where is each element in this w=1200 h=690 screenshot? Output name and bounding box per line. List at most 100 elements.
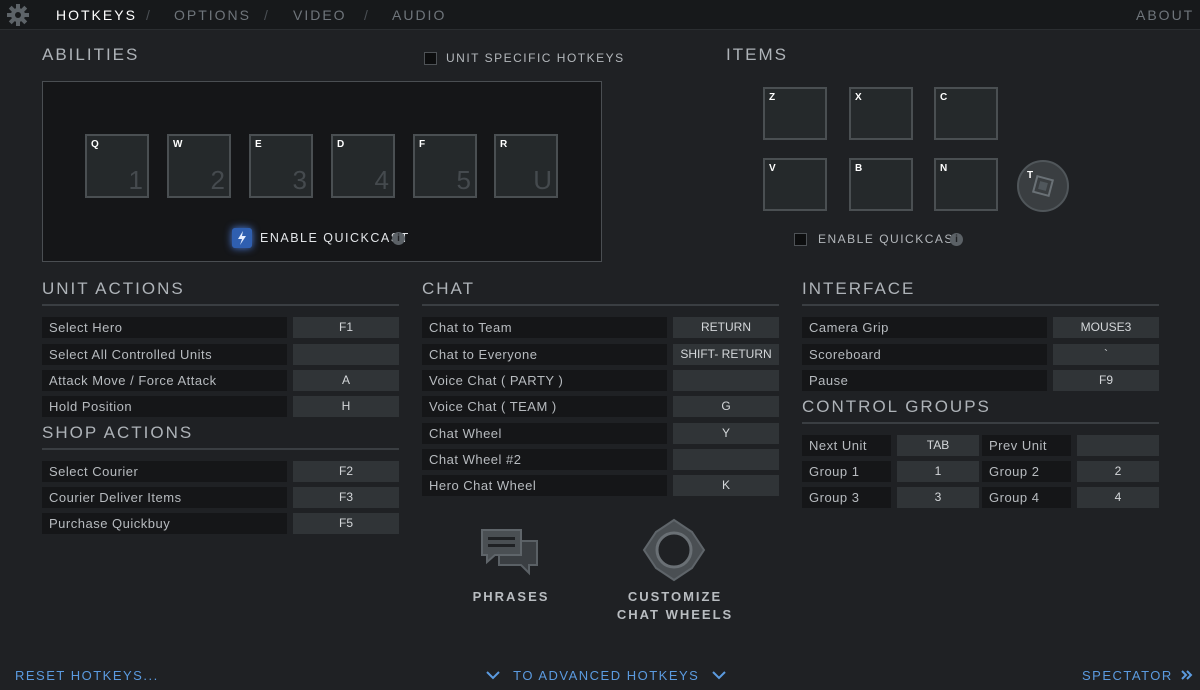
hotkey-binding[interactable]: ` bbox=[1053, 344, 1159, 365]
customize-chat-wheels-label[interactable]: CUSTOMIZE CHAT WHEELS bbox=[605, 589, 745, 622]
hotkey-label: Group 1 bbox=[802, 461, 891, 482]
hotkey-binding[interactable]: F5 bbox=[293, 513, 399, 534]
chevron-down-icon bbox=[712, 668, 727, 683]
spectator-label: SPECTATOR bbox=[1082, 668, 1173, 683]
hotkey-label: Group 2 bbox=[982, 461, 1071, 482]
hotkey-label: Group 3 bbox=[802, 487, 891, 508]
caption-line: CUSTOMIZE bbox=[627, 589, 723, 604]
tab-hotkeys[interactable]: HOTKEYS bbox=[56, 7, 137, 23]
hotkey-binding[interactable]: 1 bbox=[897, 461, 979, 482]
item-slot-z[interactable]: Z bbox=[763, 87, 827, 140]
chat-wheel-icon[interactable] bbox=[642, 518, 706, 582]
hotkey-label: Chat to Team bbox=[422, 317, 667, 338]
info-icon[interactable]: i bbox=[950, 233, 963, 246]
hotkey-binding[interactable]: K bbox=[673, 475, 779, 496]
info-icon[interactable]: i bbox=[392, 232, 405, 245]
item-slot-v[interactable]: V bbox=[763, 158, 827, 211]
item-slot-b[interactable]: B bbox=[849, 158, 913, 211]
double-chevron-right-icon bbox=[1181, 668, 1193, 683]
hotkey-label: Pause bbox=[802, 370, 1047, 391]
ability-slot-e[interactable]: E 3 bbox=[249, 134, 313, 198]
section-divider bbox=[42, 448, 399, 450]
hotkey-label: Select Hero bbox=[42, 317, 287, 338]
phrases-speech-bubbles-icon[interactable] bbox=[479, 527, 541, 577]
spectator-link[interactable]: SPECTATOR bbox=[1082, 668, 1193, 683]
slot-key: X bbox=[855, 92, 862, 103]
slot-number: U bbox=[533, 165, 552, 195]
hotkey-binding[interactable]: F9 bbox=[1053, 370, 1159, 391]
slot-key: V bbox=[769, 163, 776, 174]
advanced-hotkeys-link[interactable]: TO ADVANCED HOTKEYS bbox=[486, 668, 727, 683]
item-slot-c[interactable]: C bbox=[934, 87, 998, 140]
slot-key: D bbox=[337, 139, 345, 150]
hotkey-binding[interactable]: F3 bbox=[293, 487, 399, 508]
tab-options[interactable]: OPTIONS bbox=[174, 7, 251, 23]
section-divider bbox=[42, 304, 399, 306]
teleport-scroll-slot[interactable]: T bbox=[1017, 160, 1069, 212]
hotkey-binding[interactable]: SHIFT- RETURN bbox=[673, 344, 779, 365]
ability-slot-r[interactable]: R U bbox=[494, 134, 558, 198]
hotkey-label: Voice Chat ( TEAM ) bbox=[422, 396, 667, 417]
item-slot-n[interactable]: N bbox=[934, 158, 998, 211]
gear-icon[interactable] bbox=[6, 3, 30, 27]
hotkey-label: Courier Deliver Items bbox=[42, 487, 287, 508]
item-slot-x[interactable]: X bbox=[849, 87, 913, 140]
tab-audio[interactable]: AUDIO bbox=[392, 7, 446, 23]
ability-slot-q[interactable]: Q 1 bbox=[85, 134, 149, 198]
reset-hotkeys-link[interactable]: RESET HOTKEYS... bbox=[15, 668, 159, 683]
hotkey-binding[interactable]: H bbox=[293, 396, 399, 417]
hotkey-label: Purchase Quickbuy bbox=[42, 513, 287, 534]
slot-key: T bbox=[1027, 170, 1034, 181]
slot-key: W bbox=[173, 139, 183, 150]
ability-slot-d[interactable]: D 4 bbox=[331, 134, 395, 198]
ability-quickcast-label: ENABLE QUICKCAST bbox=[260, 231, 410, 245]
hotkey-binding[interactable]: 2 bbox=[1077, 461, 1159, 482]
unit-actions-heading: UNIT ACTIONS bbox=[42, 279, 185, 298]
hotkey-binding[interactable]: F2 bbox=[293, 461, 399, 482]
top-nav-bar: HOTKEYS / OPTIONS / VIDEO / AUDIO ABOUT bbox=[0, 0, 1200, 30]
hotkey-binding[interactable] bbox=[673, 449, 779, 470]
hotkey-label: Chat Wheel bbox=[422, 423, 667, 444]
slot-number: 1 bbox=[128, 165, 143, 195]
section-divider bbox=[802, 304, 1159, 306]
hotkey-binding[interactable]: TAB bbox=[897, 435, 979, 456]
slot-number: 5 bbox=[456, 165, 471, 195]
hotkey-label: Prev Unit bbox=[982, 435, 1071, 456]
hotkey-binding[interactable]: A bbox=[293, 370, 399, 391]
unit-specific-hotkeys-label: UNIT SPECIFIC HOTKEYS bbox=[446, 51, 625, 65]
slot-key: N bbox=[940, 163, 948, 174]
quickcast-lightning-icon[interactable] bbox=[232, 228, 252, 248]
hotkey-binding[interactable]: F1 bbox=[293, 317, 399, 338]
hotkey-binding[interactable]: RETURN bbox=[673, 317, 779, 338]
hotkey-label: Attack Move / Force Attack bbox=[42, 370, 287, 391]
hotkey-binding[interactable] bbox=[293, 344, 399, 365]
teleport-scroll-icon bbox=[1031, 174, 1055, 198]
hotkey-label: Select Courier bbox=[42, 461, 287, 482]
hotkey-label: Camera Grip bbox=[802, 317, 1047, 338]
interface-heading: INTERFACE bbox=[802, 279, 916, 298]
slot-key: Q bbox=[91, 139, 99, 150]
item-quickcast-checkbox[interactable] bbox=[794, 233, 807, 246]
hotkey-binding[interactable] bbox=[1077, 435, 1159, 456]
caption-line: CHAT WHEELS bbox=[616, 607, 734, 622]
chat-heading: CHAT bbox=[422, 279, 476, 298]
tab-video[interactable]: VIDEO bbox=[293, 7, 347, 23]
about-link[interactable]: ABOUT bbox=[1136, 7, 1194, 23]
hotkey-binding[interactable]: 4 bbox=[1077, 487, 1159, 508]
hotkey-label: Hold Position bbox=[42, 396, 287, 417]
hotkey-binding[interactable]: MOUSE3 bbox=[1053, 317, 1159, 338]
hotkey-binding[interactable]: G bbox=[673, 396, 779, 417]
hotkey-label: Next Unit bbox=[802, 435, 891, 456]
hotkey-binding[interactable]: Y bbox=[673, 423, 779, 444]
ability-slot-w[interactable]: W 2 bbox=[167, 134, 231, 198]
section-divider bbox=[422, 304, 779, 306]
phrases-label[interactable]: PHRASES bbox=[461, 589, 561, 604]
ability-slot-f[interactable]: F 5 bbox=[413, 134, 477, 198]
hotkey-label: Hero Chat Wheel bbox=[422, 475, 667, 496]
advanced-hotkeys-label: TO ADVANCED HOTKEYS bbox=[513, 668, 700, 683]
unit-specific-hotkeys-checkbox[interactable] bbox=[424, 52, 437, 65]
hotkey-binding[interactable]: 3 bbox=[897, 487, 979, 508]
hotkey-label: Voice Chat ( PARTY ) bbox=[422, 370, 667, 391]
hotkey-binding[interactable] bbox=[673, 370, 779, 391]
hotkey-label: Group 4 bbox=[982, 487, 1071, 508]
